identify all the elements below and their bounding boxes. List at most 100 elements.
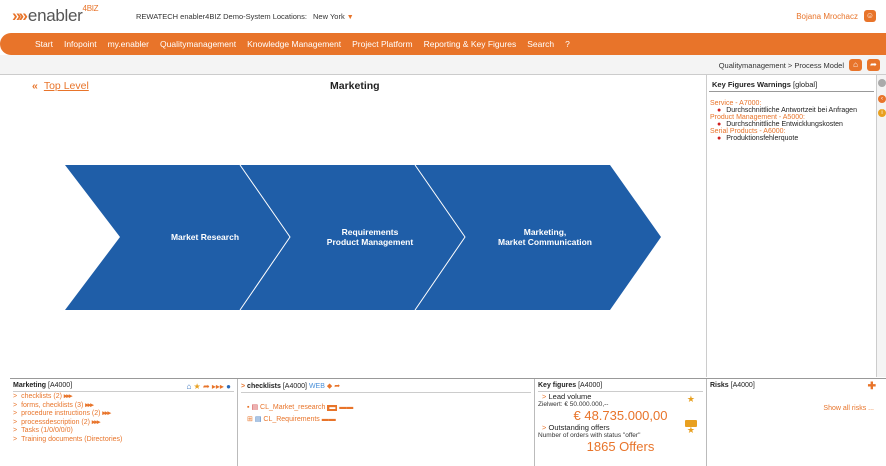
marketing-row-label: checklists (2) <box>21 393 64 400</box>
triple-arrow-icon[interactable]: ▸▸▸ <box>85 402 93 409</box>
home-icon[interactable]: ⌂ <box>849 59 862 71</box>
enabler-logo[interactable]: »» enabler4BIZ <box>12 4 99 26</box>
nav-item-start[interactable]: Start <box>35 39 53 49</box>
marketing-row-label: procedure instructions (2) <box>21 410 103 417</box>
risks-panel-header: Risks [A4000] <box>710 382 755 389</box>
chevron-right-icon: > <box>13 418 18 426</box>
home-icon[interactable]: ⌂ <box>186 382 191 391</box>
add-icon[interactable]: ✚ <box>868 381 876 392</box>
show-all-risks-link[interactable]: Show all risks ... <box>823 405 874 412</box>
chevron-right-icon: > <box>13 393 18 400</box>
marketing-row[interactable]: > processdescription (2) ▸▸▸ <box>13 419 234 428</box>
kf-target: Zielwert: € 50.000.000,-- <box>538 401 609 408</box>
panel-code: [A4000] <box>730 382 755 389</box>
marketing-row-label: forms, checklists (3) <box>21 401 86 409</box>
marketing-row[interactable]: > Tasks (1/0/0/0/0) <box>13 427 234 436</box>
triple-arrow-icon[interactable]: ▸▸▸ <box>102 410 110 417</box>
star-icon[interactable]: ★ <box>687 394 695 405</box>
logo-text: enabler <box>27 6 83 25</box>
checklist-item[interactable]: ▪ ▤ CL_Market_research ▬ ▬▬ <box>247 403 531 411</box>
warning-item-label: Durchschnittliche Antwortzeit bei Anfrag… <box>726 107 857 114</box>
breadcrumb: Qualitymanagement > Process Model <box>718 61 844 70</box>
marketing-row-label: Training documents (Directories) <box>21 435 123 443</box>
checklist-item[interactable]: ⊞ ▤ CL_Requirements ▬▬ <box>247 415 531 423</box>
more-icon[interactable]: ▬▬ <box>322 416 336 423</box>
checklist-item-label: CL_Requirements <box>263 416 320 423</box>
marketing-row[interactable]: > procedure instructions (2) ▸▸▸ <box>13 410 234 419</box>
right-toolstrip: ‹ i <box>876 75 886 377</box>
forward-icon[interactable]: ➦ <box>203 382 210 391</box>
warning-item[interactable]: ● Durchschnittliche Entwicklungskosten <box>707 121 876 128</box>
location-select[interactable]: New York <box>313 12 345 21</box>
nav-item-infopoint[interactable]: Infopoint <box>64 39 97 49</box>
app-window: »» enabler4BIZ REWATECH enabler4BIZ Demo-… <box>0 0 886 466</box>
star-icon[interactable]: ★ <box>194 382 201 391</box>
user-icon[interactable]: ☺ <box>864 10 876 22</box>
edit-icon[interactable]: ◆ <box>327 383 332 390</box>
step-label-marketing-communication: Marketing, Market Communication <box>498 227 592 247</box>
marketing-row[interactable]: > Training documents (Directories) <box>13 436 234 445</box>
chevron-right-icon: > <box>13 401 18 409</box>
comment-icon[interactable]: ▬ <box>327 405 338 411</box>
warning-item[interactable]: ● Durchschnittliche Antwortzeit bei Anfra… <box>707 107 876 114</box>
forward-icon[interactable]: ➦ <box>334 383 340 390</box>
more-icon[interactable]: ▬▬ <box>339 404 353 411</box>
user-name[interactable]: Bojana Mrochacz <box>796 12 858 21</box>
nav-item-[interactable]: ? <box>565 39 570 49</box>
globe-icon[interactable]: ● <box>226 382 231 391</box>
forward-arrow-icon[interactable]: ➦ <box>867 59 880 71</box>
triple-arrow-icon[interactable]: ▸▸▸ <box>212 382 224 391</box>
nav-item-my-enabler[interactable]: my.enabler <box>108 39 149 49</box>
checklists-panel-header: > checklists [A4000] WEB ◆ ➦ <box>241 382 531 393</box>
pdf-file-icon: ▤ <box>251 404 259 411</box>
kf-title: > Lead volume <box>542 392 592 401</box>
nav-items: Start Infopoint my.enabler Qualitymanagemen… <box>35 39 581 49</box>
chevron-down-icon[interactable]: ▼ <box>347 14 354 21</box>
nav-item-knowledge-management[interactable]: Knowledge Management <box>247 39 341 49</box>
kf-outstanding-offers[interactable]: > Outstanding offers Number of orders wi… <box>538 423 703 454</box>
kf-subtitle: Number of orders with status "offer" <box>538 432 641 439</box>
marketing-row-label: processdescription (2) <box>21 418 92 426</box>
breadcrumb-bar: Qualitymanagement > Process Model ⌂ ➦ <box>0 55 886 75</box>
warning-group[interactable]: Serial Products - A6000: <box>707 128 876 135</box>
star-icon[interactable]: ★ <box>687 425 695 436</box>
double-chevron-left-icon: « <box>32 80 38 92</box>
process-model-area: « Top Level Marketing Market Research Req… <box>10 77 705 377</box>
checklist-item-label: CL_Market_research <box>260 404 326 411</box>
kf-title: > Outstanding offers <box>542 423 610 432</box>
nav-item-reporting-key-figures[interactable]: Reporting & Key Figures <box>424 39 517 49</box>
chevron-right-icon: > <box>13 427 18 434</box>
top-header: »» enabler4BIZ REWATECH enabler4BIZ Demo-… <box>0 0 886 30</box>
triple-arrow-icon[interactable]: ▸▸▸ <box>64 393 72 400</box>
top-level-link[interactable]: « Top Level <box>32 80 89 92</box>
panel-code: [A4000] <box>48 382 73 389</box>
kf-value: 1865 Offers <box>586 439 655 454</box>
triple-arrow-icon[interactable]: ▸▸▸ <box>92 419 100 426</box>
nav-item-search[interactable]: Search <box>527 39 554 49</box>
warning-group[interactable]: Service - A7000: <box>707 100 876 107</box>
chevron-right-icon: > <box>13 435 18 443</box>
web-link[interactable]: WEB <box>309 383 325 390</box>
nav-item-qualitymanagement[interactable]: Qualitymanagement <box>160 39 236 49</box>
scope-label: [global] <box>793 80 818 89</box>
nav-item-project-platform[interactable]: Project Platform <box>352 39 412 49</box>
checklist-items: ▪ ▤ CL_Market_research ▬ ▬▬ ⊞ ▤ CL_Requi… <box>241 403 531 423</box>
page-title: Marketing <box>330 80 380 92</box>
scroll-handle-icon[interactable] <box>878 79 886 87</box>
warning-item-label: Durchschnittliche Entwicklungskosten <box>726 121 843 128</box>
kf-lead-volume[interactable]: > Lead volume Zielwert: € 50.000.000,-- … <box>538 392 703 427</box>
warning-group[interactable]: Product Management - A5000: <box>707 114 876 121</box>
marketing-rows: > checklists (2) ▸▸▸ > forms, checklists (3… <box>13 393 234 444</box>
info-icon[interactable]: i <box>878 109 886 117</box>
marketing-row-label: Tasks (1/0/0/0/0) <box>21 427 73 434</box>
chevron-right-icon: > <box>241 383 246 390</box>
locations-label: Locations: <box>272 12 307 21</box>
marketing-row[interactable]: > forms, checklists (3) ▸▸▸ <box>13 402 234 411</box>
collapse-icon[interactable]: ‹ <box>878 95 886 103</box>
step-label-market-research: Market Research <box>170 232 240 242</box>
warning-item[interactable]: ● Produktionsfehlerquote <box>707 135 876 142</box>
bullet-icon: ● <box>717 135 722 142</box>
chevron-right-icon: > <box>13 410 18 417</box>
step-label-requirements: Requirements Product Management <box>326 227 414 247</box>
marketing-row[interactable]: > checklists (2) ▸▸▸ <box>13 393 234 402</box>
